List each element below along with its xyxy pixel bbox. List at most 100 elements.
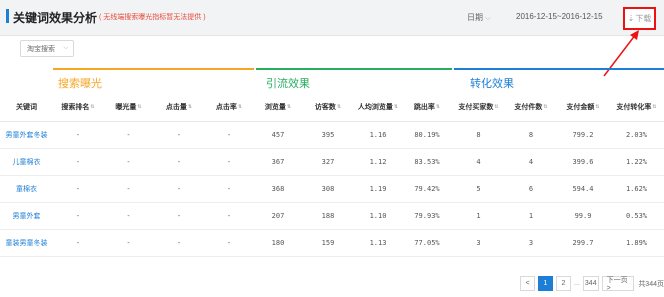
table-row: 童装男童冬装 - - - -180 159 1.13 77.05% 3 3 299.7 1.89% — [0, 229, 664, 257]
table-cell: 594.4 — [557, 175, 609, 203]
keyword-link[interactable]: 男童外套 — [0, 202, 53, 230]
sort-icon[interactable]: ⇅ — [238, 104, 242, 110]
column-header[interactable]: 支付转化率⇅ — [609, 93, 664, 122]
download-button[interactable]: ⇣ 下载 — [623, 7, 656, 30]
keyword-link[interactable]: 男童外套冬装 — [0, 121, 53, 149]
table-cell: 79.93% — [402, 202, 452, 230]
sort-icon[interactable]: ⇅ — [543, 104, 547, 110]
table-cell: 99.9 — [557, 202, 609, 230]
table-cell: - — [154, 175, 204, 203]
table-cell: 180 — [254, 229, 302, 257]
column-header[interactable]: 搜索排名⇅ — [53, 93, 103, 122]
table-cell: - — [103, 202, 154, 230]
group-label-conversion: 转化效果 — [470, 78, 514, 90]
table-cell: - — [53, 229, 103, 257]
table-cell: 0.53% — [609, 202, 664, 230]
title-accent-bar — [6, 9, 9, 23]
sort-icon[interactable]: ⇅ — [337, 104, 341, 110]
page-ellipsis: ... — [574, 280, 580, 287]
keyword-link[interactable]: 童棉衣 — [0, 175, 53, 203]
page-button-last[interactable]: 344 — [582, 276, 599, 291]
group-line-traffic — [256, 68, 452, 70]
table-cell: 8 — [505, 121, 557, 149]
sort-icon[interactable]: ⇅ — [188, 104, 192, 110]
table-cell: 799.2 — [557, 121, 609, 149]
table-cell: 327 — [302, 148, 354, 176]
table-cell: 80.19% — [402, 121, 452, 149]
table-cell: - — [154, 202, 204, 230]
column-header[interactable]: 跳出率⇅ — [402, 93, 452, 122]
channel-select[interactable]: 淘宝搜索 ⌵ — [20, 40, 74, 57]
table-cell: 1.13 — [354, 229, 402, 257]
table-cell: 1 — [452, 202, 505, 230]
column-header-label: 支付买家数 — [458, 103, 494, 111]
sort-icon[interactable]: ⇅ — [595, 104, 599, 110]
channel-select-label: 淘宝搜索 — [27, 45, 55, 53]
table-cell: - — [204, 229, 254, 257]
column-header-label: 人均浏览量 — [357, 103, 393, 111]
column-header[interactable]: 人均浏览量⇅ — [354, 93, 402, 122]
sort-icon[interactable]: ⇅ — [652, 104, 656, 110]
column-header[interactable]: 支付金额⇅ — [557, 93, 609, 122]
table-cell: 1.62% — [609, 175, 664, 203]
prev-page-button[interactable]: < — [520, 276, 535, 291]
table-cell: 1.16 — [354, 121, 402, 149]
table-row: 男童外套 - - - -207 188 1.10 79.93% 1 1 99.9 0.53% — [0, 202, 664, 230]
table-cell: 159 — [302, 229, 354, 257]
column-header-label: 点击率 — [215, 103, 237, 111]
sort-icon[interactable]: ⇅ — [90, 104, 94, 110]
table-cell: 1.89% — [609, 229, 664, 257]
column-header-label: 跳出率 — [413, 103, 435, 111]
group-line-exposure — [53, 68, 254, 70]
column-header[interactable]: 访客数⇅ — [302, 93, 354, 122]
page-button-2[interactable]: 2 — [556, 276, 571, 291]
table-cell: - — [103, 229, 154, 257]
pagination: < 1 2 ... 344 下一页 > 共344页 — [520, 276, 664, 292]
table-row: 儿童棉衣 - - - -367 327 1.12 83.53% 4 4 399.6 1.22% — [0, 148, 664, 176]
table-cell: 207 — [254, 202, 302, 230]
sort-icon[interactable]: ⇅ — [394, 104, 398, 110]
page-total: 共344页 — [638, 280, 664, 288]
sort-icon[interactable]: ⇅ — [287, 104, 291, 110]
group-label-exposure: 搜索曝光 — [58, 78, 102, 90]
sort-icon[interactable]: ⇅ — [494, 104, 498, 110]
table-cell: - — [154, 121, 204, 149]
table-cell: - — [103, 121, 154, 149]
table-cell: 4 — [505, 148, 557, 176]
table-cell: 5 — [452, 175, 505, 203]
page-button-1[interactable]: 1 — [538, 276, 553, 291]
table-cell: - — [204, 121, 254, 149]
table-cell: 77.05% — [402, 229, 452, 257]
keyword-link[interactable]: 童装男童冬装 — [0, 229, 53, 257]
group-line-conversion — [454, 68, 664, 70]
column-header-label: 支付金额 — [566, 103, 595, 111]
group-label-traffic: 引流效果 — [266, 78, 310, 90]
table-cell: 2.03% — [609, 121, 664, 149]
keyword-link[interactable]: 儿童棉衣 — [0, 148, 53, 176]
table-cell: - — [53, 202, 103, 230]
table-cell: - — [204, 148, 254, 176]
column-header-label: 点击量 — [165, 103, 187, 111]
sort-icon[interactable]: ⇅ — [436, 104, 440, 110]
column-header[interactable]: 点击率⇅ — [204, 93, 254, 122]
date-select-label: 日期 — [467, 13, 483, 22]
download-icon: ⇣ — [627, 14, 635, 23]
column-header[interactable]: 曝光量⇅ — [103, 93, 154, 122]
table-cell: - — [204, 175, 254, 203]
column-header[interactable]: 点击量⇅ — [154, 93, 204, 122]
column-header[interactable]: 浏览量⇅ — [254, 93, 302, 122]
table-cell: - — [53, 175, 103, 203]
sort-icon[interactable]: ⇅ — [137, 104, 141, 110]
table-cell: - — [53, 148, 103, 176]
column-header-label: 关键词 — [16, 103, 37, 111]
column-header[interactable]: 支付买家数⇅ — [452, 93, 505, 122]
table-cell: - — [103, 148, 154, 176]
next-page-button[interactable]: 下一页 > — [601, 276, 635, 292]
date-select[interactable]: 日期 ⌵ — [467, 12, 491, 23]
table-cell: - — [154, 148, 204, 176]
table-cell: 1.12 — [354, 148, 402, 176]
date-range: 2016-12-15~2016-12-15 — [516, 12, 603, 21]
table-cell: 6 — [505, 175, 557, 203]
table-row: 男童外套冬装 - - - -457 395 1.16 80.19% 8 8 799.2 2.03% — [0, 121, 664, 149]
column-header[interactable]: 支付件数⇅ — [505, 93, 557, 122]
